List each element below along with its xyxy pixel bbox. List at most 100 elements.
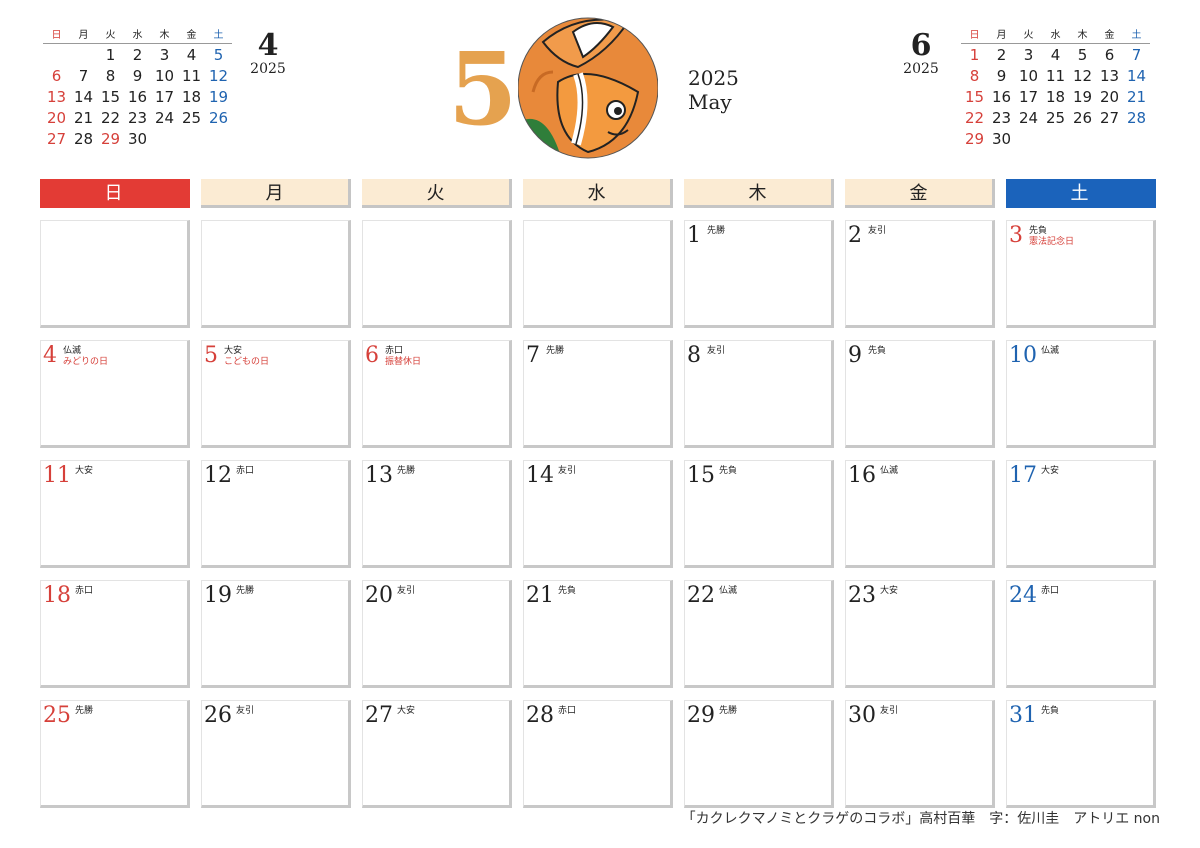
weekday-thursday: 木 <box>684 179 834 208</box>
mini-day: 13 <box>1099 67 1120 85</box>
mini-day <box>43 45 70 66</box>
rokuyo-label: 先勝 <box>236 586 255 596</box>
mini-day: 21 <box>73 109 94 127</box>
day-cell: 16 仏滅 <box>845 460 995 568</box>
day-cell: 7 先勝 <box>523 340 673 448</box>
mini-day: 29 <box>964 130 985 148</box>
day-number: 18 <box>43 583 71 608</box>
weekday-wednesday: 水 <box>523 179 673 208</box>
artwork-credit: 「カクレクマノミとクラゲのコラボ」高村百華 字：佐川圭 アトリエ non <box>681 811 1160 827</box>
mini-day: 8 <box>105 67 116 85</box>
day-cell: 9 先負 <box>845 340 995 448</box>
day-cell: 12 赤口 <box>201 460 351 568</box>
rokuyo-label: 先負 <box>1041 706 1060 716</box>
day-cell: 28 赤口 <box>523 700 673 808</box>
mini-day: 13 <box>46 88 67 106</box>
rokuyo-label: 友引 <box>558 466 577 476</box>
mini-day: 17 <box>1018 88 1039 106</box>
mini-day <box>178 129 205 150</box>
mini-day: 19 <box>1072 88 1093 106</box>
weekday-sunday: 日 <box>40 179 190 208</box>
day-number: 21 <box>526 583 554 608</box>
day-number: 2 <box>848 223 862 248</box>
mini-day: 23 <box>127 109 148 127</box>
mini-day: 27 <box>1099 109 1120 127</box>
rokuyo-label: 友引 <box>707 346 726 356</box>
rokuyo-label: 友引 <box>236 706 255 716</box>
mini-day: 12 <box>208 67 229 85</box>
mini-weekday-label: 土 <box>1123 30 1150 44</box>
mini-month-number: 6 <box>910 28 932 63</box>
mini-month-label-april: 4 2025 <box>243 30 293 77</box>
holiday-label: 振替休日 <box>385 357 422 367</box>
mini-weekday-label: 月 <box>70 30 97 44</box>
day-cell <box>201 220 351 328</box>
rokuyo-label: 仏滅 <box>1041 346 1060 356</box>
mini-weekday-label: 木 <box>151 30 178 44</box>
day-number: 13 <box>365 463 393 488</box>
mini-day: 4 <box>1050 46 1061 64</box>
day-cell: 29 先勝 <box>684 700 834 808</box>
day-number: 30 <box>848 703 876 728</box>
mini-weekday-label: 水 <box>1042 30 1069 44</box>
day-cell: 17 大安 <box>1006 460 1156 568</box>
day-cell: 4 仏滅 みどりの日 <box>40 340 190 448</box>
day-cell: 23 大安 <box>845 580 995 688</box>
day-number: 5 <box>204 343 218 368</box>
day-number: 6 <box>365 343 379 368</box>
rokuyo-label: 先負 <box>558 586 577 596</box>
mini-day <box>70 45 97 66</box>
day-cell: 8 友引 <box>684 340 834 448</box>
mini-weekday-label: 水 <box>124 30 151 44</box>
rokuyo-label: 友引 <box>397 586 416 596</box>
mini-day: 8 <box>969 67 980 85</box>
mini-day: 12 <box>1072 67 1093 85</box>
mini-day: 18 <box>181 88 202 106</box>
day-cell: 1 先勝 <box>684 220 834 328</box>
day-cell: 31 先負 <box>1006 700 1156 808</box>
rokuyo-label: 先勝 <box>707 226 726 236</box>
rokuyo-label: 先負 <box>868 346 887 356</box>
mini-day: 1 <box>105 46 116 64</box>
mini-month-label-june: 6 2025 <box>896 28 946 77</box>
day-cell: 18 赤口 <box>40 580 190 688</box>
day-cell: 21 先負 <box>523 580 673 688</box>
mini-weekday-label: 日 <box>43 30 70 44</box>
day-number: 11 <box>43 463 71 488</box>
day-number: 8 <box>687 343 701 368</box>
mini-day: 28 <box>1126 109 1147 127</box>
mini-day <box>1069 129 1096 150</box>
mini-calendar-april: 日月火水木金土 1 2 3 4 5 6 7 8 9 10 11 12 13 14 15 16 17 18 19 20 21… <box>43 30 232 150</box>
mini-day: 24 <box>1018 109 1039 127</box>
day-number: 17 <box>1009 463 1037 488</box>
mini-day: 17 <box>154 88 175 106</box>
mini-day: 25 <box>1045 109 1066 127</box>
day-cell: 24 赤口 <box>1006 580 1156 688</box>
mini-day: 10 <box>1018 67 1039 85</box>
mini-day: 30 <box>127 130 148 148</box>
current-year-block: 2025 May <box>688 66 739 114</box>
rokuyo-label: 仏滅 <box>719 586 738 596</box>
day-number: 9 <box>848 343 862 368</box>
day-number: 7 <box>526 343 540 368</box>
mini-day <box>205 129 232 150</box>
day-number: 12 <box>204 463 232 488</box>
mini-day: 16 <box>991 88 1012 106</box>
mini-day: 11 <box>181 67 202 85</box>
mini-day: 30 <box>991 130 1012 148</box>
day-number: 25 <box>43 703 71 728</box>
day-cell: 14 友引 <box>523 460 673 568</box>
mini-day: 5 <box>213 46 224 64</box>
mini-day: 18 <box>1045 88 1066 106</box>
rokuyo-label: 先勝 <box>719 706 738 716</box>
mini-weekday-label: 金 <box>1096 30 1123 44</box>
mini-day: 23 <box>991 109 1012 127</box>
mini-day: 27 <box>46 130 67 148</box>
mini-day: 29 <box>100 130 121 148</box>
day-cell: 3 先負 憲法記念日 <box>1006 220 1156 328</box>
rokuyo-label: 友引 <box>868 226 887 236</box>
mini-day: 2 <box>996 46 1007 64</box>
rokuyo-label: 赤口 <box>1041 586 1060 596</box>
current-month-name: May <box>688 90 732 114</box>
rokuyo-label: 先負 <box>719 466 738 476</box>
